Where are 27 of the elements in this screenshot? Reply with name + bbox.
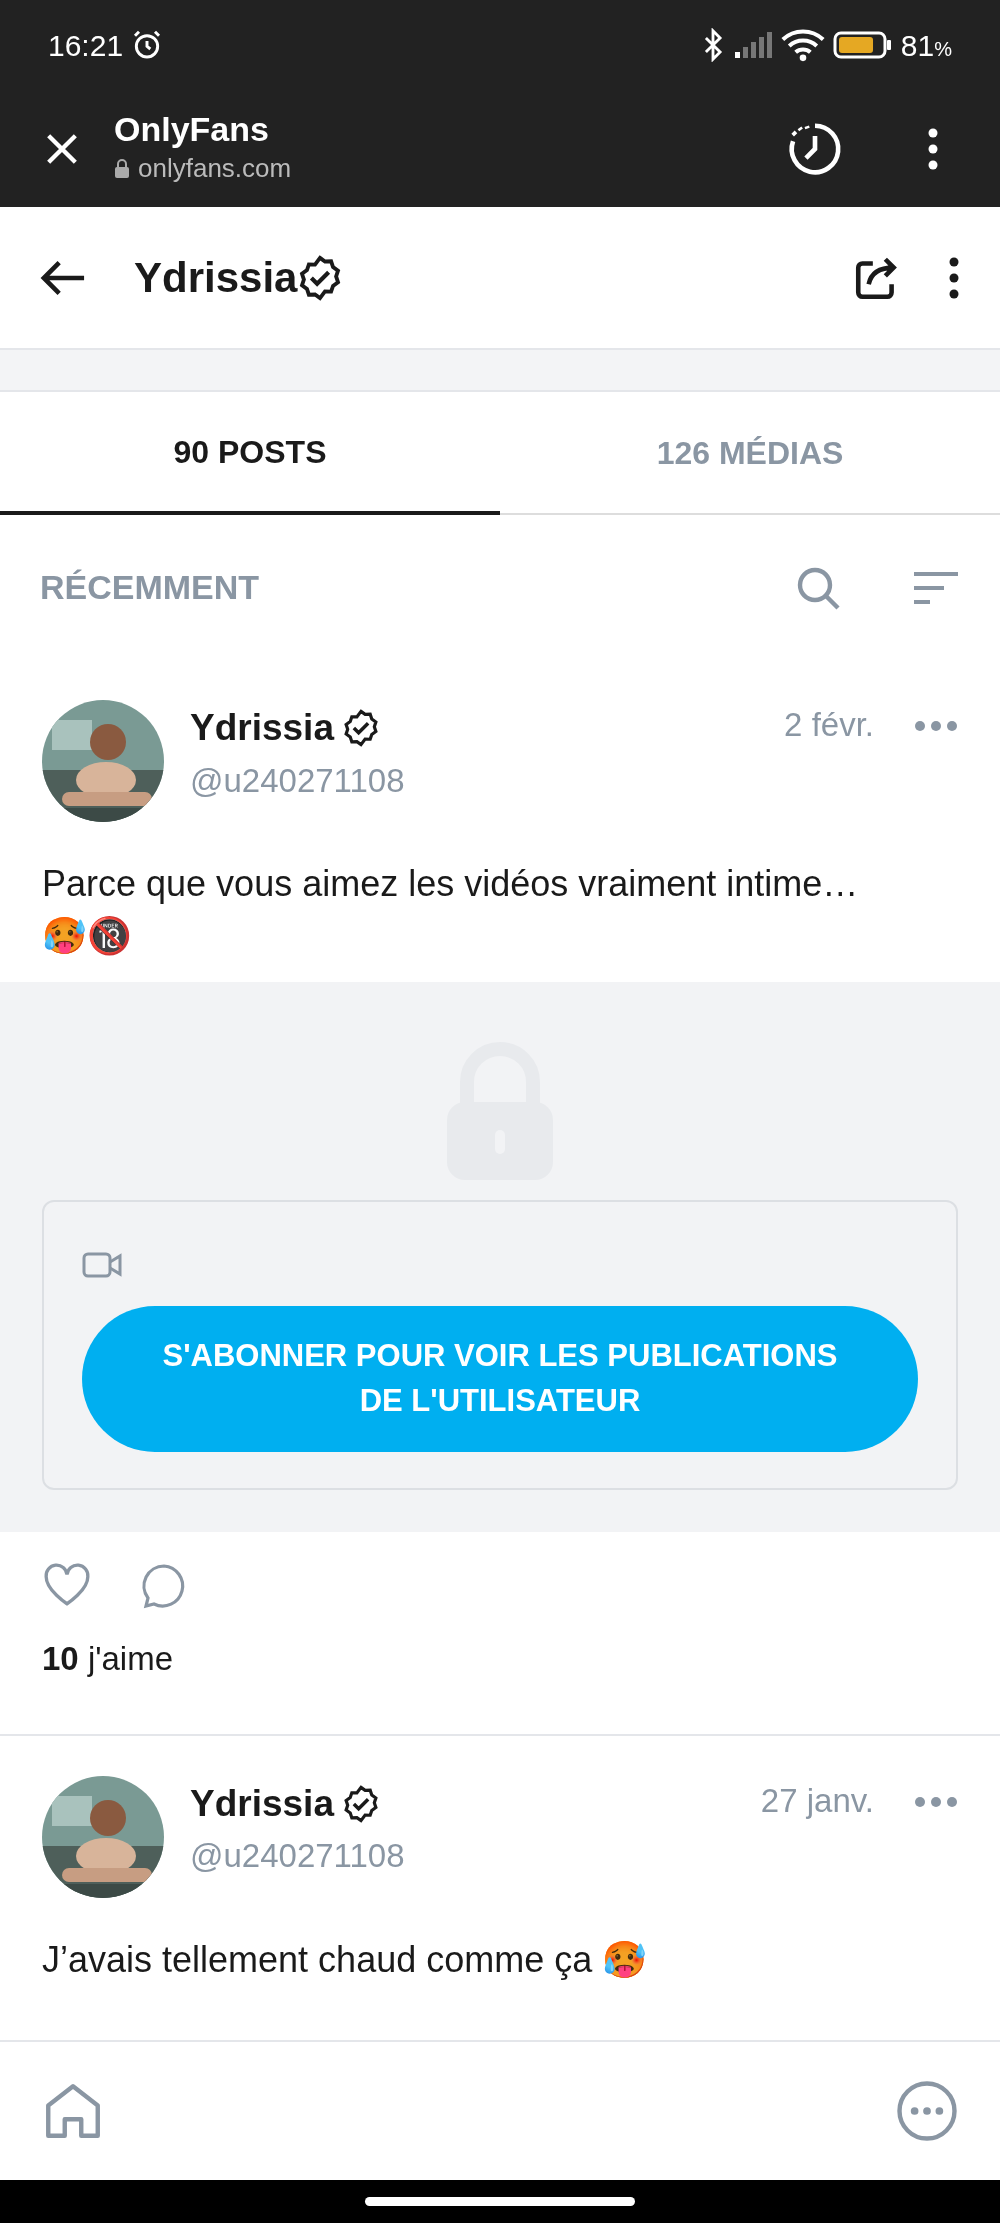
author-name: Ydrissia [190,1781,334,1826]
kebab-menu-icon[interactable] [948,255,960,300]
more-icon[interactable] [914,720,958,732]
emoji-text: 🥵🔞 [42,914,133,959]
post-text: J’avais tellement chaud comme ça 🥵 [42,1937,649,1982]
more-icon[interactable] [914,1795,958,1808]
post-date: 27 janv. [760,1780,874,1821]
sort-label: RÉCEMMENT [40,567,261,608]
url-text: onlyfans.com [138,152,292,186]
clock-time: 16:21 [48,27,124,64]
post-date: 2 févr. [784,705,874,745]
subscribe-button[interactable]: S'ABONNER POUR VOIR LES PUBLICATIONS DE L'UTILISATEUR [82,1306,918,1453]
battery-icon [832,29,893,61]
author-name: Ydrissia [190,706,334,750]
signal-icon [732,30,773,60]
kebab-menu-icon[interactable] [926,126,940,171]
page-title: OnlyFans [114,108,270,150]
likes-count: 10 j'aime [0,1610,1000,1736]
post-text: Parce que vous aimez les vidéos vraiment intime… [42,862,860,906]
author-handle: @u240271108 [190,760,406,801]
author-handle: @u240271108 [190,1836,406,1877]
profile-name: Ydrissia [134,253,298,303]
video-camera-icon [82,1250,122,1281]
lock-icon [114,158,130,179]
battery-percent: 81% [900,27,952,64]
wifi-icon [780,28,825,62]
more-options-icon[interactable] [894,2078,960,2144]
